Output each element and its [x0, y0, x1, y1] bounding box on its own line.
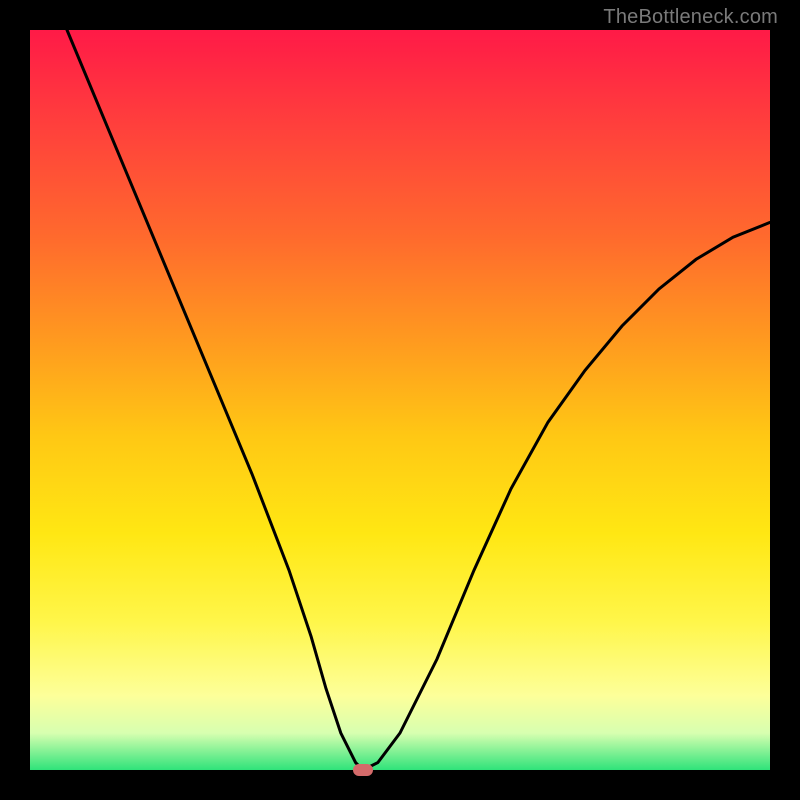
chart-frame: TheBottleneck.com — [0, 0, 800, 800]
watermark-text: TheBottleneck.com — [603, 6, 778, 29]
bottleneck-curve — [30, 30, 770, 770]
curve-minimum-marker — [353, 764, 373, 776]
plot-area — [30, 30, 770, 770]
